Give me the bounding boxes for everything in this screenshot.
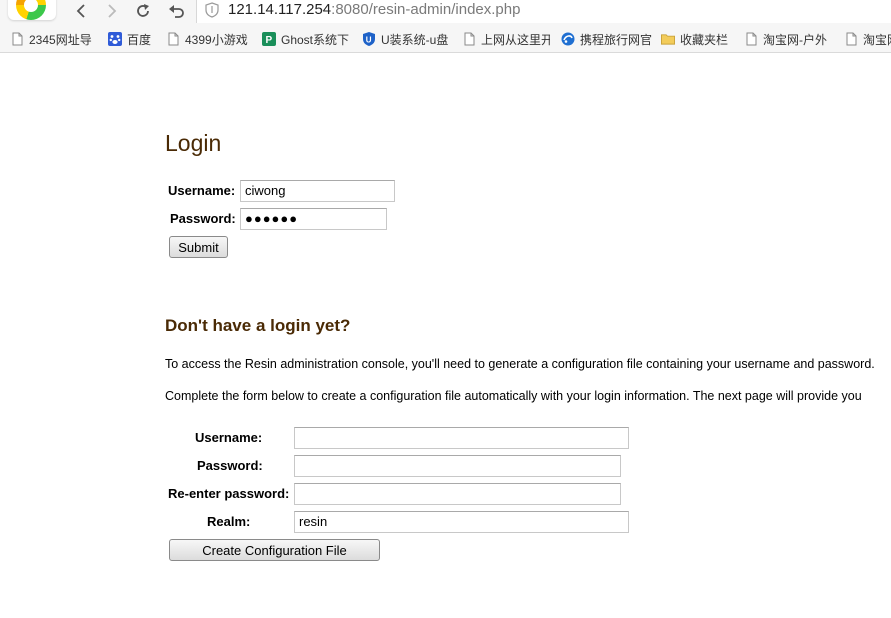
config-realm-input[interactable]: resin (294, 511, 629, 533)
url-path: :8080/resin-admin/index.php (331, 1, 521, 18)
ghost-p-icon: P (262, 31, 276, 47)
submit-button[interactable]: Submit (169, 236, 228, 258)
url-host: 121.14.117.254 (228, 1, 332, 18)
bookmark-item[interactable]: P Ghost系统下 (262, 30, 352, 48)
bookmark-label: Ghost系统下 (281, 32, 350, 47)
u-shield-icon: U (362, 31, 376, 47)
signup-instructions-text: Complete the form below to create a conf… (165, 389, 862, 403)
bookmark-item[interactable]: 淘宝网 (844, 30, 891, 48)
page-icon (844, 31, 858, 47)
bookmark-label: 百度 (127, 32, 152, 47)
ctrip-icon (561, 31, 575, 47)
back-button[interactable] (70, 0, 94, 22)
back-arrow-icon (76, 4, 85, 18)
reload-icon (137, 4, 149, 17)
forward-button[interactable] (99, 0, 123, 22)
create-config-button[interactable]: Create Configuration File (169, 539, 380, 561)
login-password-input[interactable]: ●●●●●● (240, 208, 387, 230)
browser-logo[interactable] (8, 0, 56, 20)
config-realm-label: Realm: (207, 514, 251, 529)
config-username-input[interactable] (294, 427, 629, 449)
login-heading: Login (165, 130, 222, 156)
config-password-label: Password: (197, 458, 263, 473)
page-icon (462, 31, 476, 47)
page-content: Login Username: ciwong Password: ●●●●●● … (0, 54, 891, 618)
reload-button[interactable] (131, 0, 155, 22)
baidu-paw-icon (108, 31, 122, 47)
undo-icon (169, 5, 184, 18)
login-password-label: Password: (170, 211, 236, 226)
shield-icon[interactable] (205, 2, 219, 18)
signup-heading: Don't have a login yet? (165, 316, 351, 335)
url-text: 121.14.117.254:8080/resin-admin/index.ph… (228, 0, 520, 20)
config-password-input[interactable] (294, 455, 621, 477)
bookmark-item[interactable]: 4399小游戏 (166, 30, 252, 48)
folder-icon (661, 31, 675, 47)
bookmark-item[interactable]: 淘宝网-户外 (744, 30, 832, 48)
bookmark-item[interactable]: 上网从这里开 (462, 30, 550, 48)
bookmark-label: 4399小游戏 (185, 32, 248, 47)
bookmark-item[interactable]: U U装系统-u盘 (362, 30, 452, 48)
page-icon (10, 31, 24, 47)
bookmark-item[interactable]: 百度 (108, 30, 158, 48)
login-username-input[interactable]: ciwong (240, 180, 395, 202)
bookmark-label: U装系统-u盘 (381, 32, 449, 47)
bookmark-item[interactable]: 携程旅行网官 (561, 30, 652, 48)
address-bar[interactable]: 121.14.117.254:8080/resin-admin/index.ph… (196, 0, 891, 23)
page-icon (166, 31, 180, 47)
config-reenter-input[interactable] (294, 483, 621, 505)
bookmark-label: 上网从这里开 (481, 32, 550, 47)
login-username-label: Username: (168, 183, 236, 198)
bookmark-label: 携程旅行网官 (580, 32, 652, 47)
bookmark-label: 淘宝网-户外 (763, 32, 827, 47)
svg-text:U: U (366, 36, 372, 45)
config-username-label: Username: (195, 430, 263, 445)
bookmark-item[interactable]: 2345网址导 (10, 30, 96, 48)
bookmark-label: 2345网址导 (29, 32, 92, 47)
config-reenter-label: Re-enter password: (168, 486, 290, 501)
page-icon (744, 31, 758, 47)
browser-toolbar: 121.14.117.254:8080/resin-admin/index.ph… (0, 0, 891, 25)
undo-close-button[interactable] (164, 0, 188, 22)
bookmarks-bar: 2345网址导 百度 4399小游戏 P Ghost系统下 U U装系统-u盘 … (0, 25, 891, 53)
forward-arrow-icon (108, 4, 117, 18)
bookmark-label: 收藏夹栏 (680, 32, 729, 47)
bookmark-label: 淘宝网 (863, 32, 891, 47)
svg-text:P: P (266, 35, 273, 46)
bookmark-item[interactable]: 收藏夹栏 (661, 30, 735, 48)
signup-intro-text: To access the Resin administration conso… (165, 357, 875, 371)
